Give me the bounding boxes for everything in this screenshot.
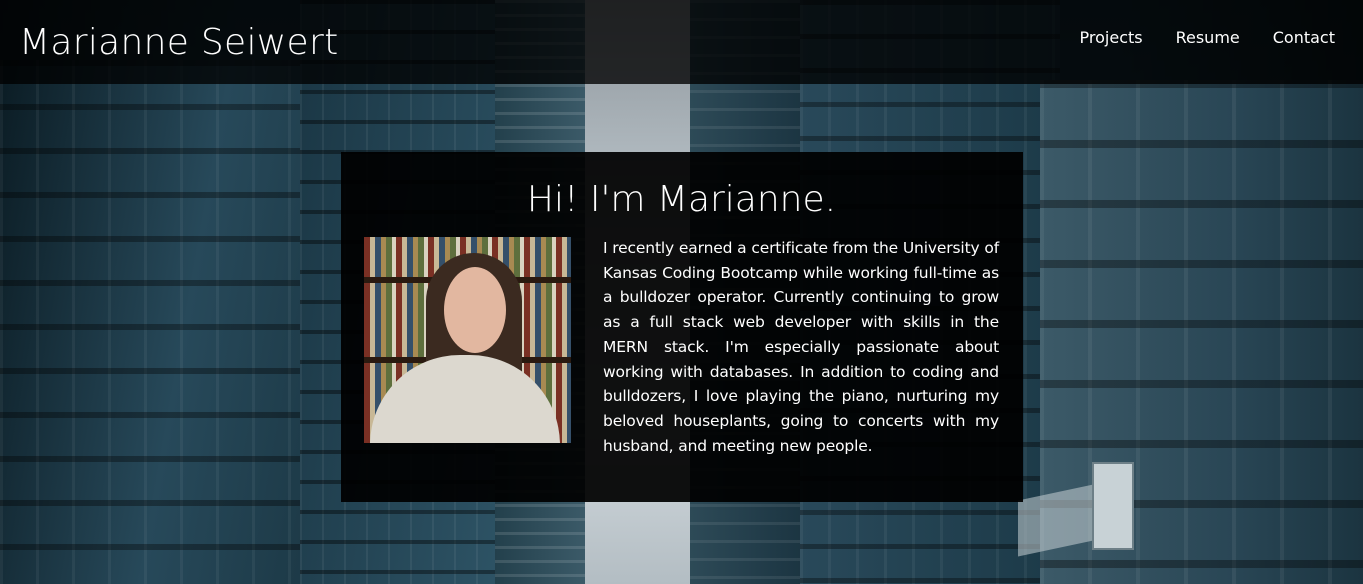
about-heading: Hi! I'm Marianne. xyxy=(526,179,837,220)
street-sign xyxy=(1092,462,1134,550)
about-content: I recently earned a certificate from the… xyxy=(364,236,999,458)
nav-link-contact[interactable]: Contact xyxy=(1273,28,1335,47)
about-card: Hi! I'm Marianne. I recently earned a ce… xyxy=(341,152,1023,502)
building-left-1 xyxy=(0,60,330,584)
person-face xyxy=(444,267,506,353)
person-body xyxy=(370,355,560,443)
site-title[interactable]: Marianne Seiwert xyxy=(19,22,339,63)
site-header: Marianne Seiwert Projects Resume Contact xyxy=(0,0,1363,84)
nav-link-resume[interactable]: Resume xyxy=(1176,28,1240,47)
profile-photo xyxy=(364,237,571,443)
main-nav: Projects Resume Contact xyxy=(1080,28,1335,47)
nav-link-projects[interactable]: Projects xyxy=(1080,28,1143,47)
about-bio: I recently earned a certificate from the… xyxy=(603,239,999,455)
